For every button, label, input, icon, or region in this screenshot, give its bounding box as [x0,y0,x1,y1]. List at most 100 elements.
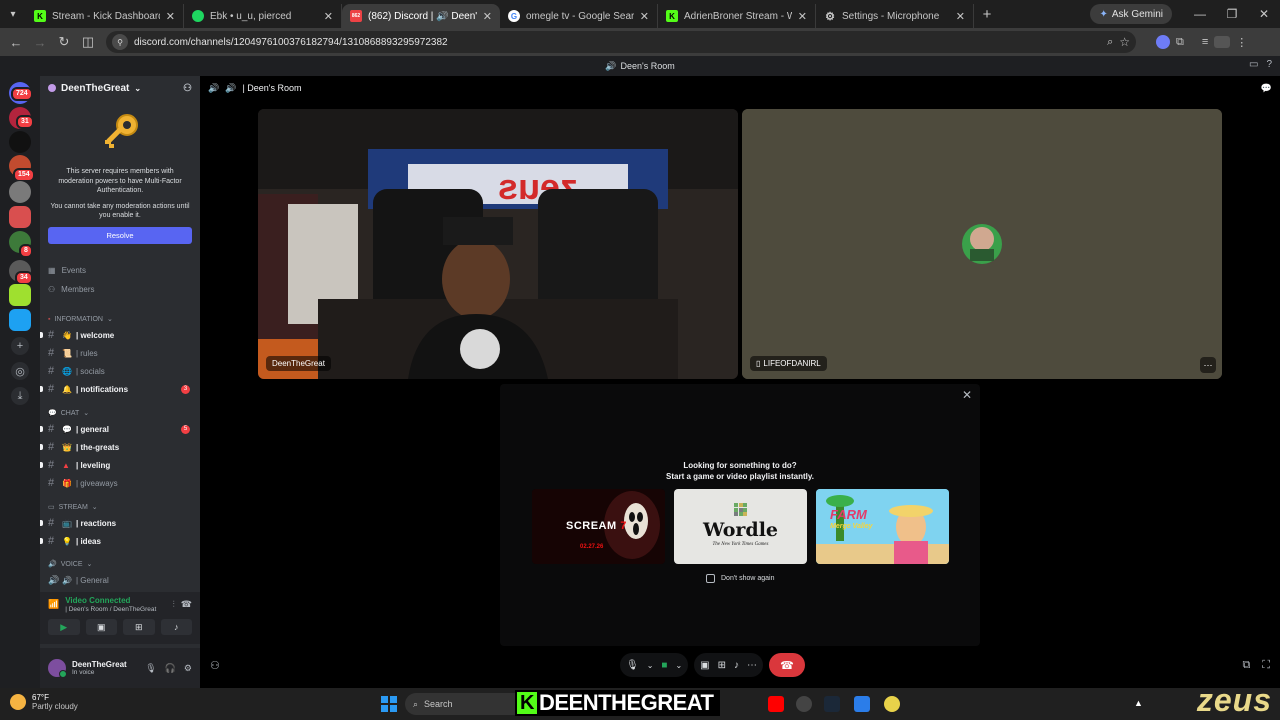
members-link[interactable]: ⚇ Members [48,285,95,294]
close-icon[interactable]: ✕ [962,388,972,402]
headset-icon[interactable]: 🎧 [165,663,176,674]
minimize-icon[interactable]: — [1184,7,1216,21]
category-chat[interactable]: 💬 CHAT ⌄ [48,409,89,418]
noise-suppression-icon[interactable]: ⫶ [173,599,175,610]
server-icon[interactable] [9,131,31,153]
server-icon[interactable] [9,284,31,306]
back-icon[interactable]: ← [4,35,28,50]
close-icon[interactable]: ✕ [798,10,807,23]
checkbox-box[interactable] [706,574,715,583]
discover-compass-icon[interactable]: ◎ [11,362,29,380]
sidebar-toggle-icon[interactable]: ◫ [76,34,100,50]
address-bar[interactable]: ⚲ discord.com/channels/12049761003761827… [106,31,1136,53]
help-icon[interactable]: ? [1266,59,1272,70]
profile-avatar[interactable] [1214,36,1231,48]
user-settings-icon[interactable]: ⚇ [210,659,220,672]
activity-card-farm-merge-valley[interactable]: FARM Merge Valley [816,489,949,564]
microphone-icon[interactable]: 🎙 [145,663,156,674]
category-information[interactable]: ▪ INFORMATION ⌄ [48,315,113,324]
channel-general[interactable]: # 💬 | general 5 [40,421,198,437]
activities-icon[interactable]: ⊞ [718,660,726,671]
weather-widget[interactable]: 67°F Partly cloudy [10,693,78,711]
server-header[interactable]: DeenTheGreat ⌄ ⚇ [40,76,200,100]
forward-icon[interactable]: → [28,35,52,50]
more-options-icon[interactable]: ⋯ [747,660,757,671]
activities-button[interactable]: ⊞ [123,619,155,635]
media-queue-icon[interactable]: ≡ [1202,36,1208,48]
app-icon[interactable] [854,696,870,712]
server-icon-deenthegreat[interactable] [9,206,31,228]
category-stream[interactable]: ▭ STREAM ⌄ [48,503,98,512]
close-icon[interactable]: ✕ [640,10,649,23]
extension-icon[interactable] [1156,35,1170,49]
dont-show-again-checkbox[interactable]: Don't show again [706,574,774,583]
category-voice[interactable]: 🔊 VOICE ⌄ [48,560,92,569]
tab-spotify[interactable]: Ebk • u_u, pierced ✕ [184,4,342,28]
inbox-icon[interactable]: ▭ [1249,59,1258,70]
microphone-icon[interactable]: 🎙 [626,660,639,671]
fullscreen-icon[interactable]: ⛶ [1262,659,1270,672]
chat-bubble-icon[interactable]: 💬 [1261,83,1272,94]
tab-discord[interactable]: 862 (862) Discord | 🔊 Deen's R ✕ [342,4,500,28]
camera-icon[interactable]: ■ [661,660,667,671]
add-server-icon[interactable]: + [11,337,29,355]
activity-card-wordle[interactable]: Wordle The New York Times Games [674,489,807,564]
tab-adrienbroner-stream[interactable]: K AdrienBroner Stream - Watch L ✕ [658,4,816,28]
screen-share-icon[interactable]: ▣ [700,660,709,671]
close-window-icon[interactable]: ✕ [1248,7,1280,21]
reload-icon[interactable]: ↻ [52,34,76,50]
new-tab-button[interactable]: + [974,6,1000,23]
channel-welcome[interactable]: # 👋 | welcome [40,327,198,343]
disconnect-call-button[interactable]: ☎ [769,653,805,677]
server-icon[interactable] [9,181,31,203]
video-tile-lifeofdanirl[interactable]: ▯ LIFEOFDANIRL ⋯ [742,109,1222,379]
download-icon[interactable]: ⤓ [11,387,29,405]
chevron-down-icon[interactable]: ⌄ [675,661,682,670]
tab-search-menu-icon[interactable]: ▾ [0,0,26,28]
url-text[interactable]: discord.com/channels/1204976100376182794… [134,37,1101,48]
channel-giveaways[interactable]: # 🎁 | giveaways [48,475,198,491]
channel-the-greats[interactable]: # 👑 | the-greats [40,439,198,455]
maximize-icon[interactable]: ❐ [1216,7,1248,21]
camera-button[interactable]: ▶ [48,619,80,635]
youtube-icon[interactable] [768,696,784,712]
resolve-button[interactable]: Resolve [48,226,192,244]
video-tile-deenthegreat[interactable]: zeus DeenTheGreat [258,109,738,379]
close-icon[interactable]: ✕ [956,10,965,23]
extensions-puzzle-icon[interactable]: ⧉ [1176,36,1184,49]
screen-share-button[interactable]: ▣ [85,619,117,635]
popout-icon[interactable]: ⧉ [1242,659,1250,672]
server-icon[interactable] [9,309,31,331]
menu-kebab-icon[interactable]: ⋮ [1236,36,1247,49]
activity-card-scream[interactable]: SCREAM 7 02.27.26 [532,489,665,564]
windows-start-icon[interactable] [381,696,397,712]
soundboard-icon[interactable]: ♪ [734,660,739,671]
obs-icon[interactable] [796,696,812,712]
disconnect-icon[interactable]: ☎ [181,599,192,610]
tray-chevron-up-icon[interactable]: ▲ [1134,698,1143,708]
ask-gemini-button[interactable]: ✦ Ask Gemini [1090,4,1172,24]
soundboard-button[interactable]: ♪ [160,619,192,635]
channel-socials[interactable]: # 🌐 | socials [48,363,198,379]
norton-icon[interactable] [884,696,900,712]
more-options-icon[interactable]: ⋯ [1200,357,1216,373]
tab-kick-dashboard[interactable]: K Stream - Kick Dashboard ✕ [26,4,184,28]
steam-icon[interactable] [824,696,840,712]
channel-notifications[interactable]: # 🔔 | notifications 3 [40,381,198,397]
channel-rules[interactable]: # 📜 | rules [48,345,198,361]
bookmark-star-icon[interactable]: ☆ [1119,35,1130,49]
zoom-icon[interactable]: ⌕ [1107,36,1113,49]
tab-settings-microphone[interactable]: ⚙ Settings - Microphone ✕ [816,4,974,28]
channel-leveling[interactable]: # ▲ | leveling [40,457,198,473]
avatar[interactable] [48,659,67,678]
close-icon[interactable]: ✕ [166,10,175,23]
channel-reactions[interactable]: # 📺 | reactions [40,515,198,531]
invite-people-icon[interactable]: ⚇ [183,83,192,94]
close-icon[interactable]: ✕ [324,10,333,23]
voice-location[interactable]: | Deen's Room / DeenTheGreat [65,606,166,613]
tab-google-search[interactable]: G omegle tv - Google Search ✕ [500,4,658,28]
taskbar-search[interactable]: ⌕ Search [405,693,525,715]
chevron-down-icon[interactable]: ⌄ [647,661,654,670]
voice-channel-general[interactable]: 🔊 🔊 | General [48,572,198,588]
site-info-icon[interactable]: ⚲ [112,34,128,50]
